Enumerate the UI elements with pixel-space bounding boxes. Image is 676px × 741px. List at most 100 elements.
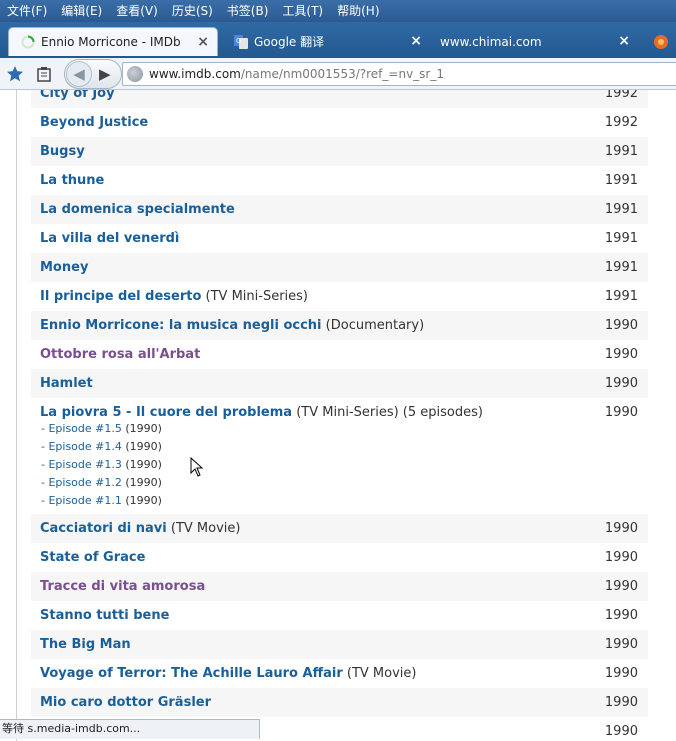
menu-tools[interactable]: 工具(T) [275, 0, 330, 22]
film-title-link[interactable]: Cacciatori di navi [40, 521, 167, 536]
film-year: 1990 [604, 608, 638, 623]
film-year: 1991 [604, 231, 638, 246]
film-title-link[interactable]: Il principe del deserto [40, 289, 201, 304]
film-year: 1991 [604, 144, 638, 159]
film-year: 1990 [604, 550, 638, 565]
filmography-row: Stanno tutti bene 1990 [31, 601, 648, 630]
film-year: 1990 [604, 347, 638, 362]
episode-link[interactable]: - Episode #1.5 [41, 422, 122, 435]
menu-bookmarks[interactable]: 书签(B) [220, 0, 276, 22]
filmography-row: Hamlet 1990 [31, 369, 648, 398]
film-title-link[interactable]: Hamlet [40, 376, 93, 391]
filmography-row: City of Joy 1992 [31, 90, 648, 108]
status-bar: 等待 s.media-imdb.com... [0, 719, 260, 739]
episode-year: (1990) [125, 440, 162, 453]
episode-year: (1990) [125, 494, 162, 507]
filmography-row: La thune 1991 [31, 166, 648, 195]
menu-history[interactable]: 历史(S) [165, 0, 220, 22]
filmography-row: Beyond Justice 1992 [31, 108, 648, 137]
loading-spinner-icon [21, 35, 35, 49]
film-year: 1992 [604, 90, 638, 101]
film-title-link[interactable]: Mio caro dottor Gräsler [40, 695, 211, 710]
close-tab-icon[interactable]: × [410, 33, 422, 49]
nav-toolbar: ◀ ▶ www.imdb.com /name/nm0001553/?ref_=n… [0, 58, 676, 90]
film-title-link[interactable]: State of Grace [40, 550, 145, 565]
url-domain: www.imdb.com [149, 67, 241, 81]
close-tab-icon[interactable]: × [197, 34, 209, 50]
episode-link[interactable]: - Episode #1.2 [41, 476, 122, 489]
menu-bar: 文件(F) 编辑(E) 查看(V) 历史(S) 书签(B) 工具(T) 帮助(H… [0, 0, 676, 22]
filmography-row: Mio caro dottor Gräsler 1990 [31, 688, 648, 717]
svg-text:G: G [236, 37, 241, 45]
filmography-row: Il principe del deserto (TV Mini-Series)… [31, 282, 648, 311]
film-title-link[interactable]: City of Joy [40, 90, 115, 101]
tab-label: www.chimai.com [440, 34, 542, 49]
tab-imdb[interactable]: Ennio Morricone - IMDb × [8, 27, 218, 56]
tab-chimai[interactable]: www.chimai.com × [428, 27, 638, 56]
episode-year: (1990) [125, 476, 162, 489]
page-content: City of Joy 1992 Beyond Justice 1992 Bugsy 19… [0, 90, 676, 741]
episode-link[interactable]: - Episode #1.4 [41, 440, 122, 453]
episode-link[interactable]: - Episode #1.3 [41, 458, 122, 471]
film-title-link[interactable]: Beyond Justice [40, 115, 148, 130]
film-title-link[interactable]: La piovra 5 - Il cuore del problema [40, 405, 292, 420]
film-title-link[interactable]: The Big Man [40, 637, 131, 652]
mouse-cursor-icon [190, 457, 204, 477]
film-title-link[interactable]: Stanno tutti bene [40, 608, 169, 623]
film-year: 1990 [604, 579, 638, 594]
filmography-row: La villa del venerdì 1991 [31, 224, 648, 253]
close-tab-icon[interactable]: × [618, 33, 630, 49]
back-forward-group: ◀ ▶ [64, 59, 122, 89]
film-year: 1991 [604, 202, 638, 217]
tab-strip: Ennio Morricone - IMDb × G Google 翻译 × w… [0, 22, 676, 58]
back-arrow-icon[interactable]: ◀ [66, 61, 92, 87]
film-type-note: (Documentary) [325, 318, 425, 333]
film-year: 1990 [604, 637, 638, 652]
site-favicon-icon [654, 34, 668, 49]
globe-icon [127, 66, 143, 82]
tab-label: Google 翻译 [254, 35, 325, 49]
tab-label: Ennio Morricone - IMDb [41, 35, 181, 49]
episode-item: - Episode #1.5 (1990) [41, 420, 162, 438]
film-year: 1990 [604, 405, 638, 420]
film-title-link[interactable]: Ennio Morricone: la musica negli occhi [40, 318, 322, 333]
tab-overflow[interactable] [642, 27, 676, 56]
episode-item: - Episode #1.1 (1990) [41, 492, 162, 510]
menu-edit[interactable]: 编辑(E) [54, 0, 109, 22]
film-title-link[interactable]: Money [40, 260, 88, 275]
film-title-link[interactable]: Ottobre rosa all'Arbat [40, 347, 200, 362]
film-title-link[interactable]: Voyage of Terror: The Achille Lauro Affa… [40, 666, 343, 681]
forward-arrow-icon[interactable]: ▶ [99, 65, 111, 83]
film-title-link[interactable]: Bugsy [40, 144, 85, 159]
content-divider [16, 90, 17, 741]
address-bar[interactable]: www.imdb.com /name/nm0001553/?ref_=nv_sr… [122, 62, 676, 86]
film-year: 1990 [604, 318, 638, 333]
film-title-link[interactable]: Tracce di vita amorosa [40, 579, 205, 594]
film-title-link[interactable]: La villa del venerdì [40, 231, 179, 246]
film-year: 1990 [604, 376, 638, 391]
filmography-row: Cacciatori di navi (TV Movie) 1990 [31, 514, 648, 543]
tab-google-translate[interactable]: G Google 翻译 × [222, 27, 430, 56]
film-year: 1991 [604, 173, 638, 188]
film-type-note: (TV Movie) [170, 521, 241, 536]
film-year: 1990 [604, 695, 638, 710]
url-path: /name/nm0001553/?ref_=nv_sr_1 [240, 67, 444, 81]
filmography-row: Bugsy 1991 [31, 137, 648, 166]
episode-link[interactable]: - Episode #1.1 [41, 494, 122, 507]
film-title-link[interactable]: La domenica specialmente [40, 202, 235, 217]
film-title-link[interactable]: La thune [40, 173, 104, 188]
episode-year: (1990) [125, 458, 162, 471]
film-year: 1991 [604, 260, 638, 275]
episode-year: (1990) [125, 422, 162, 435]
menu-help[interactable]: 帮助(H) [330, 0, 386, 22]
film-type-note: (TV Movie) [346, 666, 417, 681]
menu-file[interactable]: 文件(F) [0, 0, 54, 22]
film-year: 1991 [604, 289, 638, 304]
filmography-list: City of Joy 1992 Beyond Justice 1992 Bugsy 19… [31, 90, 648, 741]
clipboard-icon[interactable] [32, 62, 56, 86]
filmography-row: Ottobre rosa all'Arbat 1990 [31, 340, 648, 369]
film-type-note: (TV Mini-Series) (5 episodes) [296, 405, 483, 420]
menu-view[interactable]: 查看(V) [109, 0, 165, 22]
film-type-note: (TV Mini-Series) [205, 289, 309, 304]
bookmark-star-icon[interactable] [3, 62, 27, 86]
